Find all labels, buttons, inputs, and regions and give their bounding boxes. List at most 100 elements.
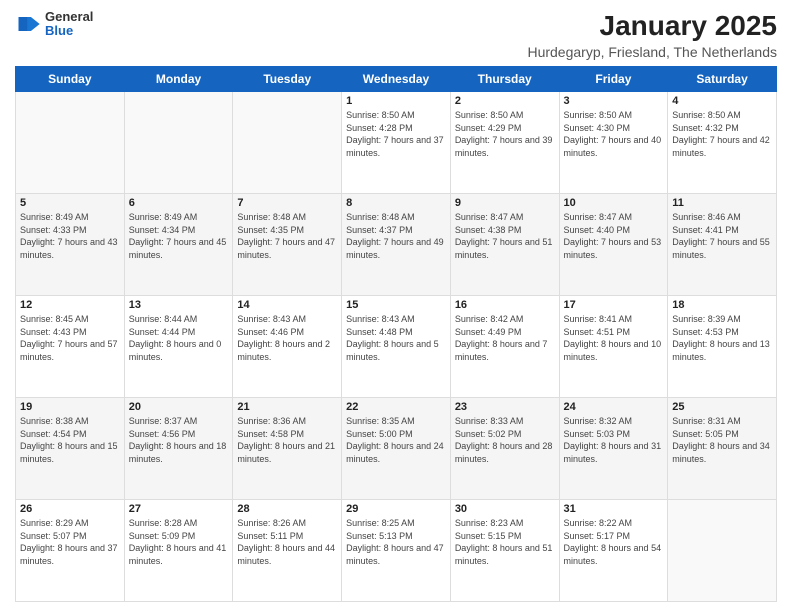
header-friday: Friday [559,67,668,92]
cell-info: Sunrise: 8:48 AMSunset: 4:37 PMDaylight:… [346,211,446,261]
logo: General Blue [15,10,93,39]
cell-date: 9 [455,197,555,209]
calendar-week-row: 26 Sunrise: 8:29 AMSunset: 5:07 PMDayligh… [16,500,777,602]
cell-info: Sunrise: 8:39 AMSunset: 4:53 PMDaylight:… [672,313,772,363]
cell-info: Sunrise: 8:26 AMSunset: 5:11 PMDaylight:… [237,517,337,567]
table-row: 24Sunrise: 8:32 AMSunset: 5:03 PMDayligh… [559,398,668,500]
cell-info: Sunrise: 8:50 AMSunset: 4:29 PMDaylight:… [455,109,555,159]
table-row: 19 Sunrise: 8:38 AMSunset: 4:54 PMDayligh… [16,398,125,500]
table-row: 25 Sunrise: 8:31 AMSunset: 5:05 PMDayligh… [668,398,777,500]
cell-info: Sunrise: 8:46 AMSunset: 4:41 PMDaylight:… [672,211,772,261]
cell-info: Sunrise: 8:36 AMSunset: 4:58 PMDaylight:… [237,415,337,465]
cell-date: 6 [129,197,229,209]
cell-date: 8 [346,197,446,209]
cell-info: Sunrise: 8:28 AMSunset: 5:09 PMDaylight:… [129,517,229,567]
cell-info: Sunrise: 8:45 AMSunset: 4:43 PMDaylight:… [20,313,120,363]
table-row: 12 Sunrise: 8:45 AMSunset: 4:43 PMDayligh… [16,296,125,398]
table-row: 6 Sunrise: 8:49 AMSunset: 4:34 PMDaylight… [124,194,233,296]
cell-date: 31 [564,503,664,515]
table-row: 29 Sunrise: 8:25 AMSunset: 5:13 PMDayligh… [342,500,451,602]
cell-info: Sunrise: 8:49 AMSunset: 4:34 PMDaylight:… [129,211,229,261]
cell-date: 15 [346,299,446,311]
table-row: 11Sunrise: 8:46 AMSunset: 4:41 PMDayligh… [668,194,777,296]
table-row: 30 Sunrise: 8:23 AMSunset: 5:15 PMDayligh… [450,500,559,602]
table-row: 20 Sunrise: 8:37 AMSunset: 4:56 PMDayligh… [124,398,233,500]
cell-date: 12 [20,299,120,311]
table-row: 10Sunrise: 8:47 AMSunset: 4:40 PMDayligh… [559,194,668,296]
cell-info: Sunrise: 8:44 AMSunset: 4:44 PMDaylight:… [129,313,229,363]
header-saturday: Saturday [668,67,777,92]
cell-info: Sunrise: 8:43 AMSunset: 4:46 PMDaylight:… [237,313,337,363]
calendar-table: Sunday Monday Tuesday Wednesday Thursday… [15,66,777,602]
header-thursday: Thursday [450,67,559,92]
table-row: 17 Sunrise: 8:41 AMSunset: 4:51 PMDayligh… [559,296,668,398]
table-row: 21 Sunrise: 8:36 AMSunset: 4:58 PMDayligh… [233,398,342,500]
cell-date: 16 [455,299,555,311]
table-row: 2 Sunrise: 8:50 AMSunset: 4:29 PMDaylight… [450,92,559,194]
cell-info: Sunrise: 8:25 AMSunset: 5:13 PMDaylight:… [346,517,446,567]
cell-info: Sunrise: 8:35 AMSunset: 5:00 PMDaylight:… [346,415,446,465]
logo-general: General [45,10,93,24]
table-row: 26 Sunrise: 8:29 AMSunset: 5:07 PMDayligh… [16,500,125,602]
logo-blue: Blue [45,24,93,38]
cell-date: 22 [346,401,446,413]
calendar-week-row: 12 Sunrise: 8:45 AMSunset: 4:43 PMDayligh… [16,296,777,398]
cell-info: Sunrise: 8:22 AMSunset: 5:17 PMDaylight:… [564,517,664,567]
title-block: January 2025 Hurdegaryp, Friesland, The … [527,10,777,60]
cell-date: 21 [237,401,337,413]
table-row: 1 Sunrise: 8:50 AMSunset: 4:28 PMDaylight… [342,92,451,194]
page-subtitle: Hurdegaryp, Friesland, The Netherlands [527,44,777,60]
cell-info: Sunrise: 8:33 AMSunset: 5:02 PMDaylight:… [455,415,555,465]
table-row [124,92,233,194]
cell-info: Sunrise: 8:31 AMSunset: 5:05 PMDaylight:… [672,415,772,465]
cell-info: Sunrise: 8:41 AMSunset: 4:51 PMDaylight:… [564,313,664,363]
cell-info: Sunrise: 8:50 AMSunset: 4:32 PMDaylight:… [672,109,772,159]
cell-date: 20 [129,401,229,413]
cell-info: Sunrise: 8:43 AMSunset: 4:48 PMDaylight:… [346,313,446,363]
logo-text: General Blue [45,10,93,39]
cell-date: 4 [672,95,772,107]
cell-info: Sunrise: 8:47 AMSunset: 4:38 PMDaylight:… [455,211,555,261]
table-row [16,92,125,194]
table-row: 8 Sunrise: 8:48 AMSunset: 4:37 PMDaylight… [342,194,451,296]
table-row: 14Sunrise: 8:43 AMSunset: 4:46 PMDayligh… [233,296,342,398]
cell-date: 29 [346,503,446,515]
table-row [233,92,342,194]
cell-info: Sunrise: 8:49 AMSunset: 4:33 PMDaylight:… [20,211,120,261]
cell-info: Sunrise: 8:47 AMSunset: 4:40 PMDaylight:… [564,211,664,261]
header-sunday: Sunday [16,67,125,92]
cell-date: 1 [346,95,446,107]
cell-date: 28 [237,503,337,515]
table-row: 23 Sunrise: 8:33 AMSunset: 5:02 PMDayligh… [450,398,559,500]
table-row: 27Sunrise: 8:28 AMSunset: 5:09 PMDayligh… [124,500,233,602]
page-title: January 2025 [527,10,777,42]
cell-date: 2 [455,95,555,107]
cell-date: 7 [237,197,337,209]
cell-info: Sunrise: 8:50 AMSunset: 4:30 PMDaylight:… [564,109,664,159]
cell-date: 23 [455,401,555,413]
cell-info: Sunrise: 8:38 AMSunset: 4:54 PMDaylight:… [20,415,120,465]
cell-date: 17 [564,299,664,311]
cell-date: 26 [20,503,120,515]
table-row: 9 Sunrise: 8:47 AMSunset: 4:38 PMDaylight… [450,194,559,296]
table-row: 5 Sunrise: 8:49 AMSunset: 4:33 PMDaylight… [16,194,125,296]
header-wednesday: Wednesday [342,67,451,92]
logo-icon [15,10,43,38]
calendar-week-row: 1 Sunrise: 8:50 AMSunset: 4:28 PMDaylight… [16,92,777,194]
cell-date: 19 [20,401,120,413]
cell-info: Sunrise: 8:42 AMSunset: 4:49 PMDaylight:… [455,313,555,363]
cell-date: 30 [455,503,555,515]
cell-date: 13 [129,299,229,311]
cell-date: 5 [20,197,120,209]
header-tuesday: Tuesday [233,67,342,92]
cell-info: Sunrise: 8:37 AMSunset: 4:56 PMDaylight:… [129,415,229,465]
cell-date: 18 [672,299,772,311]
table-row: 22 Sunrise: 8:35 AMSunset: 5:00 PMDayligh… [342,398,451,500]
cell-info: Sunrise: 8:23 AMSunset: 5:15 PMDaylight:… [455,517,555,567]
cell-info: Sunrise: 8:29 AMSunset: 5:07 PMDaylight:… [20,517,120,567]
table-row: 31 Sunrise: 8:22 AMSunset: 5:17 PMDayligh… [559,500,668,602]
cell-info: Sunrise: 8:50 AMSunset: 4:28 PMDaylight:… [346,109,446,159]
calendar-week-row: 5 Sunrise: 8:49 AMSunset: 4:33 PMDaylight… [16,194,777,296]
cell-date: 25 [672,401,772,413]
cell-date: 3 [564,95,664,107]
